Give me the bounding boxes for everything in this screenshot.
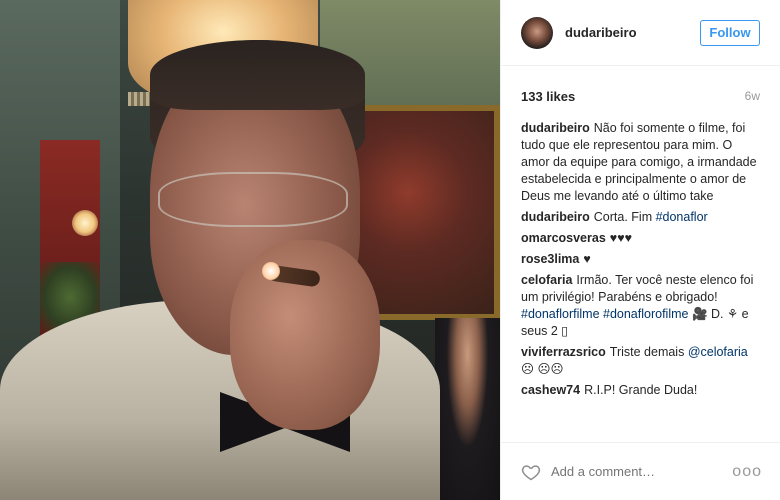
follow-button[interactable]: Follow <box>700 19 760 46</box>
avatar[interactable] <box>521 16 553 49</box>
more-options-icon[interactable]: ooo <box>732 463 762 481</box>
hashtag-link[interactable]: #donaflorfilme #donaflorofilme <box>521 307 688 321</box>
add-comment-input[interactable] <box>551 464 733 479</box>
comment-username[interactable]: dudaribeiro <box>521 121 590 135</box>
comment-username[interactable]: cashew74 <box>521 383 580 397</box>
photo-cigar-tip <box>262 262 280 280</box>
comment-text: Corta. Fim <box>593 210 656 224</box>
hashtag-link[interactable]: #donaflor <box>656 210 708 224</box>
photo-glasses <box>158 172 348 227</box>
list-item: dudaribeiro Corta. Fim #donaflor <box>521 209 760 226</box>
comment-bar: ooo <box>501 442 780 500</box>
comment-username[interactable]: celofaria <box>521 273 572 287</box>
list-item: celofaria Irmão. Ter você neste elenco fo… <box>521 272 760 340</box>
post-photo[interactable] <box>0 0 500 500</box>
post-meta: 133 likes 6w <box>501 66 780 110</box>
comment-text: ♥♥♥ <box>609 231 633 245</box>
caption: dudaribeiro Não foi somente o filme, foi … <box>521 120 760 205</box>
post-age[interactable]: 6w <box>745 89 760 103</box>
comment-username[interactable]: omarcosveras <box>521 231 606 245</box>
post-sidebar: dudaribeiro Follow 133 likes 6w dudaribe… <box>500 0 780 500</box>
mention-link[interactable]: @celofaria <box>688 345 748 359</box>
list-item: omarcosveras ♥♥♥ <box>521 230 760 247</box>
comments-list: dudaribeiro Não foi somente o filme, foi … <box>501 110 780 442</box>
photo-wall-lamp <box>72 210 98 236</box>
list-item: rose3lima ♥ <box>521 251 760 268</box>
header-username[interactable]: dudaribeiro <box>565 25 700 40</box>
comment-text: Triste demais <box>609 345 688 359</box>
comment-username[interactable]: viviferrazsrico <box>521 345 606 359</box>
list-item: viviferrazsrico Triste demais @celofaria … <box>521 344 760 378</box>
post-header: dudaribeiro Follow <box>501 0 780 66</box>
comment-username[interactable]: dudaribeiro <box>521 210 590 224</box>
likes-count[interactable]: 133 likes <box>521 89 575 104</box>
comment-text: ☹ ☹☹ <box>521 362 564 376</box>
comment-text: R.I.P! Grande Duda! <box>584 383 698 397</box>
list-item: cashew74 R.I.P! Grande Duda! <box>521 382 760 399</box>
photo-background-person <box>435 318 500 500</box>
photo-hair-top <box>150 40 365 110</box>
comment-username[interactable]: rose3lima <box>521 252 579 266</box>
heart-icon[interactable] <box>521 462 541 482</box>
comment-text: ♥ <box>583 252 591 266</box>
